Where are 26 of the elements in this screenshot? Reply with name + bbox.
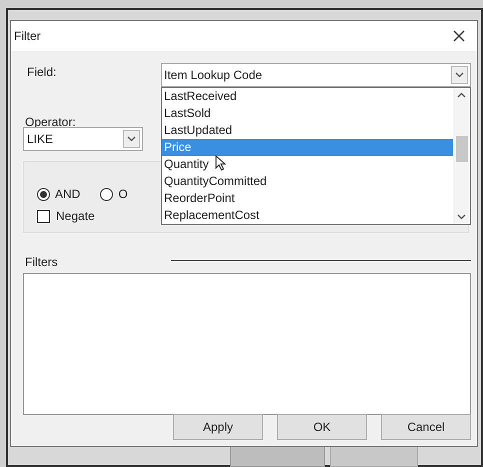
radio-option[interactable]: AND (37, 185, 80, 203)
list-option[interactable]: QuantityCommitted (162, 173, 453, 190)
chevron-down-icon (455, 72, 464, 78)
field-dropdown[interactable]: Item Lookup Code (161, 63, 471, 87)
chevron-down-icon (127, 136, 136, 142)
list-option[interactable]: Quantity (162, 156, 453, 173)
operator-dropdown[interactable]: LIKE (23, 127, 143, 151)
window-title: Filter (14, 28, 41, 45)
scrollbar-thumb[interactable] (456, 136, 468, 162)
chevron-up-icon (457, 92, 466, 98)
list-option[interactable]: ReplacementCost (162, 207, 453, 224)
list-option[interactable]: LastUpdated (162, 122, 453, 139)
filters-label: Filters (25, 254, 58, 271)
list-option[interactable]: LastSold (162, 105, 453, 122)
field-label: Field: (27, 64, 56, 81)
mouse-pointer-icon (215, 155, 226, 171)
scrollbar[interactable] (453, 88, 470, 224)
close-icon (453, 30, 465, 42)
radio-option[interactable]: O (100, 185, 128, 203)
list-option[interactable]: LastReceived (162, 88, 453, 105)
dialog-button[interactable]: OK (277, 414, 367, 440)
chevron-down-icon (457, 214, 466, 220)
dialog-button[interactable]: Apply (173, 414, 263, 440)
list-option[interactable]: ReorderPoint (162, 190, 453, 207)
dialog-button[interactable]: Cancel (381, 414, 471, 440)
negate-checkbox[interactable]: Negate (37, 207, 95, 225)
